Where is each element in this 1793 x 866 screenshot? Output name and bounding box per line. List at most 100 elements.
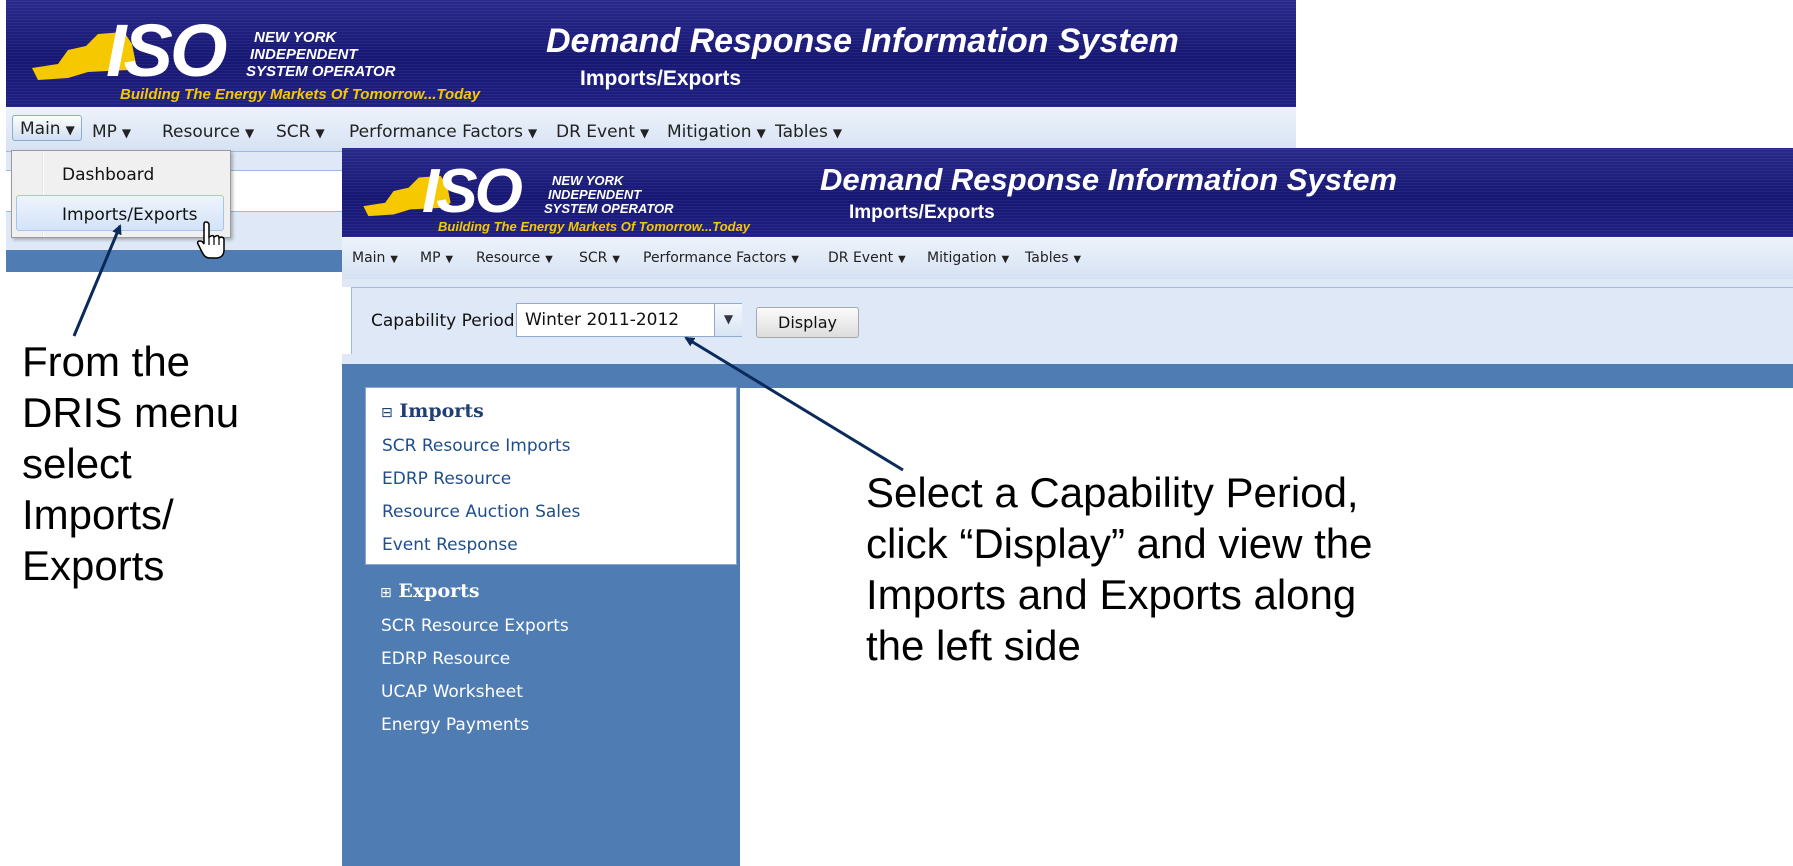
menu-resource[interactable]: Resource ▼ xyxy=(476,250,553,266)
menu-mp[interactable]: MP ▼ xyxy=(92,122,131,142)
callout-left: From the DRIS menu select Imports/ Expor… xyxy=(22,336,239,591)
logo-iso-text: ISO xyxy=(422,157,523,226)
exports-heading-label: Exports xyxy=(398,580,480,602)
logo-tagline: Building The Energy Markets Of Tomorrow.… xyxy=(438,219,751,234)
chevron-down-icon: ▼ xyxy=(244,126,255,140)
menu-scr-label: SCR xyxy=(579,250,608,266)
main-menubar: Main ▼ MP ▼ Resource ▼ SCR ▼ Performance Fac… xyxy=(6,107,1296,152)
nav-link-edrp-resource-imports[interactable]: EDRP Resource xyxy=(382,469,511,489)
logo-org-line1: NEW YORK xyxy=(552,173,624,188)
menu-resource[interactable]: Resource ▼ xyxy=(162,122,254,142)
nav-top-band xyxy=(342,364,1793,388)
callout-left-line: Exports xyxy=(22,542,165,589)
system-title: Demand Response Information System xyxy=(546,22,1179,60)
chevron-down-icon: ▼ xyxy=(445,254,454,265)
callout-right-line: Select a Capability Period, xyxy=(866,469,1359,516)
logo-org-line2: INDEPENDENT xyxy=(548,187,642,202)
menu-main-label: Main xyxy=(20,119,61,139)
callout-right: Select a Capability Period, click “Displ… xyxy=(866,467,1373,671)
dropdown-item-dashboard[interactable]: Dashboard xyxy=(62,165,154,185)
menu-resource-label: Resource xyxy=(162,122,240,142)
toolbar-gap xyxy=(342,354,1793,364)
expand-icon[interactable]: ⊞ xyxy=(380,585,392,601)
menu-dr-event[interactable]: DR Event ▼ xyxy=(556,122,649,142)
chevron-down-icon: ▼ xyxy=(545,254,553,265)
capability-period-select[interactable]: Winter 2011-2012 ▼ xyxy=(516,303,742,337)
callout-right-line: click “Display” and view the xyxy=(866,520,1373,567)
nav-link-event-response[interactable]: Event Response xyxy=(382,535,518,555)
chevron-down-icon: ▼ xyxy=(640,126,650,140)
logo-org-line1: NEW YORK xyxy=(254,29,337,46)
menu-tables[interactable]: Tables ▼ xyxy=(775,122,842,142)
menu-main[interactable]: Main ▼ xyxy=(352,250,398,266)
exports-heading[interactable]: ⊞ Exports xyxy=(380,580,480,602)
chevron-down-icon: ▼ xyxy=(1073,254,1082,265)
chevron-down-icon: ▼ xyxy=(1001,254,1010,265)
imports-heading[interactable]: ⊟ Imports xyxy=(381,400,484,422)
chevron-down-icon: ▼ xyxy=(832,126,842,140)
main-menubar: Main ▼ MP ▼ Resource ▼ SCR ▼ Performance Fac… xyxy=(342,237,1793,280)
menu-scr[interactable]: SCR ▼ xyxy=(276,122,325,142)
menu-resource-label: Resource xyxy=(476,250,541,266)
hand-pointer-icon xyxy=(196,221,225,259)
nav-link-edrp-resource-exports[interactable]: EDRP Resource xyxy=(381,649,510,669)
imports-panel: ⊟ Imports SCR Resource Imports EDRP Reso… xyxy=(365,387,737,565)
back-banner: ISO NEW YORK INDEPENDENT SYSTEM OPERATOR… xyxy=(6,0,1296,107)
chevron-down-icon[interactable]: ▼ xyxy=(714,304,742,336)
chevron-down-icon: ▼ xyxy=(612,254,620,265)
menu-mp-label: MP xyxy=(420,250,441,266)
left-nav-panel: ⊟ Imports SCR Resource Imports EDRP Reso… xyxy=(342,364,1793,866)
menu-mitigation[interactable]: Mitigation ▼ xyxy=(667,122,766,142)
menubar-gap xyxy=(342,279,1793,287)
menu-mp[interactable]: MP ▼ xyxy=(420,250,453,266)
menu-performance-factors[interactable]: Performance Factors ▼ xyxy=(349,122,537,142)
menu-scr[interactable]: SCR ▼ xyxy=(579,250,620,266)
chevron-down-icon: ▼ xyxy=(528,126,538,140)
menu-scr-label: SCR xyxy=(276,122,311,142)
callout-left-line: DRIS menu xyxy=(22,389,240,436)
capability-toolbar: Capability Period: Winter 2011-2012 ▼ Di… xyxy=(351,287,1793,355)
nav-link-ucap-worksheet[interactable]: UCAP Worksheet xyxy=(381,682,523,702)
system-title: Demand Response Information System xyxy=(820,162,1398,197)
logo-iso-text: ISO xyxy=(106,9,227,92)
callout-left-line: select xyxy=(22,440,132,487)
menu-performance-factors-label: Performance Factors xyxy=(643,250,787,266)
nav-link-scr-resource-exports[interactable]: SCR Resource Exports xyxy=(381,616,569,636)
chevron-down-icon: ▼ xyxy=(65,123,75,137)
nav-link-scr-resource-imports[interactable]: SCR Resource Imports xyxy=(382,436,571,456)
dropdown-item-imports-exports[interactable]: Imports/Exports xyxy=(62,205,198,225)
chevron-down-icon: ▼ xyxy=(390,254,398,265)
page-subtitle: Imports/Exports xyxy=(580,67,742,90)
callout-left-line: Imports/ xyxy=(22,491,174,538)
menu-mp-label: MP xyxy=(92,122,117,142)
menu-mitigation-label: Mitigation xyxy=(927,250,997,266)
nav-link-resource-auction-sales[interactable]: Resource Auction Sales xyxy=(382,502,580,522)
callout-right-line: the left side xyxy=(866,622,1081,669)
chevron-down-icon: ▼ xyxy=(791,254,799,265)
capability-period-label: Capability Period: xyxy=(371,311,521,331)
menu-mitigation[interactable]: Mitigation ▼ xyxy=(927,250,1009,266)
collapse-icon[interactable]: ⊟ xyxy=(381,405,393,421)
menu-tables-label: Tables xyxy=(1025,250,1069,266)
logo-org-line3: SYSTEM OPERATOR xyxy=(246,63,396,80)
nav-link-energy-payments[interactable]: Energy Payments xyxy=(381,715,529,735)
menu-dr-event-label: DR Event xyxy=(556,122,636,142)
menu-dr-event[interactable]: DR Event ▼ xyxy=(828,250,906,266)
menu-dr-event-label: DR Event xyxy=(828,250,894,266)
capability-period-value: Winter 2011-2012 xyxy=(525,310,680,330)
logo-org-line3: SYSTEM OPERATOR xyxy=(544,201,674,216)
menu-mitigation-label: Mitigation xyxy=(667,122,752,142)
imports-heading-label: Imports xyxy=(399,400,484,422)
menu-performance-factors[interactable]: Performance Factors ▼ xyxy=(643,250,799,266)
menu-main-label: Main xyxy=(352,250,386,266)
chevron-down-icon: ▼ xyxy=(121,126,132,140)
menu-main[interactable]: Main ▼ xyxy=(12,115,82,141)
front-banner: ISO NEW YORK INDEPENDENT SYSTEM OPERATOR… xyxy=(342,148,1793,237)
menu-tables-label: Tables xyxy=(775,122,828,142)
chevron-down-icon: ▼ xyxy=(898,254,906,265)
chevron-down-icon: ▼ xyxy=(756,126,766,140)
menu-tables[interactable]: Tables ▼ xyxy=(1025,250,1081,266)
display-button[interactable]: Display xyxy=(756,307,859,338)
menu-performance-factors-label: Performance Factors xyxy=(349,122,524,142)
logo-org-line2: INDEPENDENT xyxy=(250,46,358,63)
